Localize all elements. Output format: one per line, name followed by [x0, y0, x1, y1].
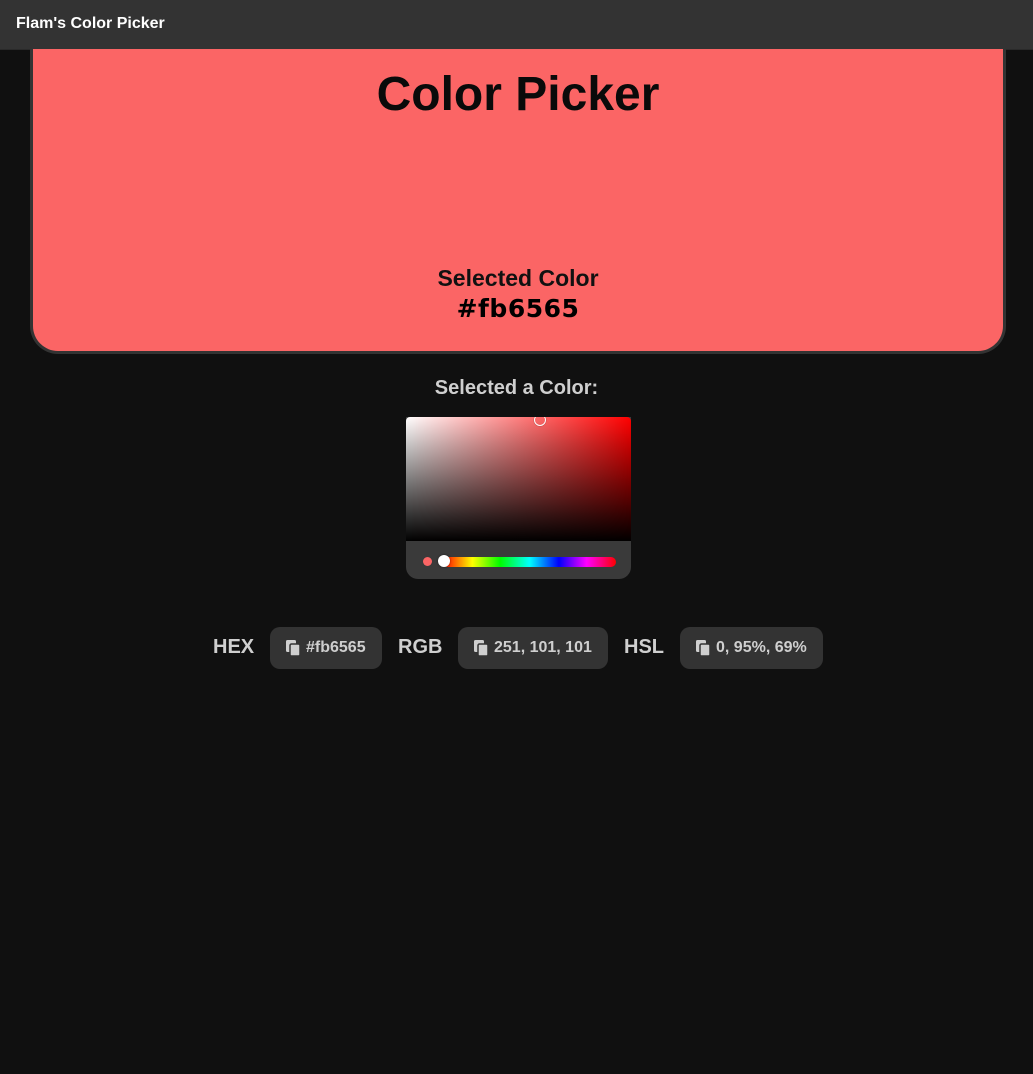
hex-copy-button[interactable]: #fb6565 — [270, 627, 382, 669]
rgb-copy-button[interactable]: 251, 101, 101 — [458, 627, 608, 669]
saturation-area[interactable] — [406, 417, 631, 541]
current-color-swatch — [423, 557, 432, 566]
color-values-row: HEX #fb6565 RGB 251, 101, 101 HSL 0, 95%… — [0, 627, 1033, 669]
hue-slider[interactable] — [443, 557, 616, 567]
picker-heading: Selected a Color: — [434, 377, 599, 399]
hsl-copy-button[interactable]: 0, 95%, 69% — [680, 627, 823, 669]
copy-icon — [474, 640, 488, 656]
color-preview-card: Color Picker Selected Color #fb6565 — [30, 49, 1006, 354]
app-header: Flam's Color Picker — [0, 0, 1033, 50]
color-picker — [406, 417, 631, 579]
app-title: Flam's Color Picker — [16, 15, 165, 32]
hex-value: #fb6565 — [306, 639, 366, 656]
saturation-pointer[interactable] — [534, 417, 546, 426]
copy-icon — [286, 640, 300, 656]
rgb-value: 251, 101, 101 — [494, 639, 592, 656]
hex-label: HEX — [213, 636, 255, 658]
rgb-label: RGB — [398, 636, 443, 658]
copy-icon — [696, 640, 710, 656]
selected-color-hex: #fb6565 — [456, 294, 580, 323]
page-title: Color Picker — [376, 68, 660, 121]
selected-color-label: Selected Color — [437, 265, 599, 291]
hsl-label: HSL — [624, 636, 664, 658]
hsl-value: 0, 95%, 69% — [716, 639, 807, 656]
hue-slider-thumb[interactable] — [438, 555, 450, 567]
